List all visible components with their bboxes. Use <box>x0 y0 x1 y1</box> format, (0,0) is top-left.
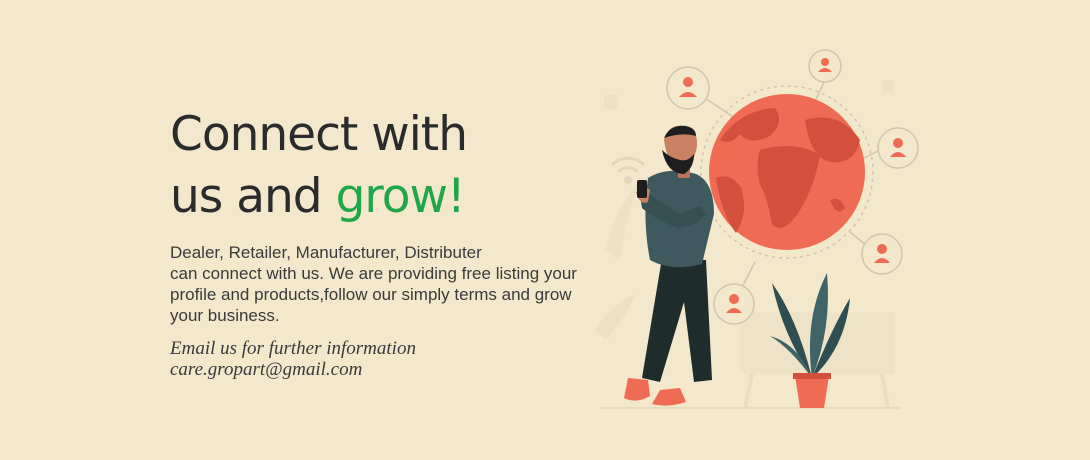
description-line: your business. <box>170 306 280 325</box>
connect-banner: Connect with us and grow! Dealer, Retail… <box>0 0 1090 460</box>
email-address[interactable]: care.gropart@gmail.com <box>170 359 640 380</box>
contact-info: Email us for further information care.gr… <box>170 338 640 380</box>
smartphone-icon <box>637 180 647 198</box>
description-line: can connect with us. We are providing fr… <box>170 264 577 283</box>
headline: Connect with us and grow! <box>170 104 640 228</box>
banner-text: Connect with us and grow! Dealer, Retail… <box>170 104 640 380</box>
email-prompt: Email us for further information <box>170 338 416 359</box>
user-icon <box>713 283 755 325</box>
wifi-icon <box>610 156 646 184</box>
description-line: profile and products,follow our simply t… <box>170 285 572 304</box>
user-icon <box>861 233 903 275</box>
user-icon <box>666 66 710 110</box>
description: Dealer, Retailer, Manufacturer, Distribu… <box>170 242 640 326</box>
networking-illustration <box>595 49 919 409</box>
description-line: Dealer, Retailer, Manufacturer, Distribu… <box>170 243 482 262</box>
user-icon <box>808 49 842 83</box>
globe-icon <box>709 94 865 250</box>
headline-line1: Connect with <box>170 107 468 162</box>
user-icon <box>877 127 919 169</box>
headline-accent: grow! <box>335 169 466 224</box>
headline-line2: us and <box>170 169 336 224</box>
